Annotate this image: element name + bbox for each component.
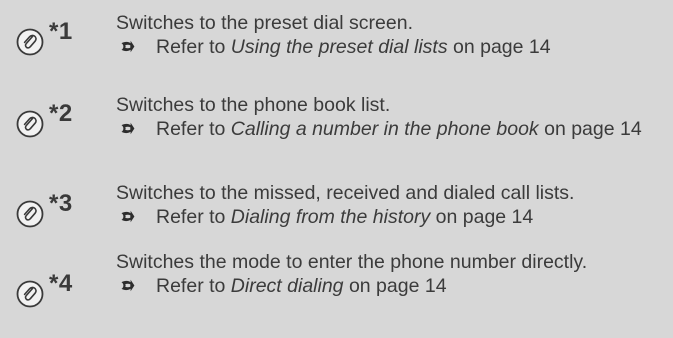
cross-reference: Refer to Dialing from the history on pag… [116,205,673,229]
item-marker: *2 [16,102,112,150]
item-text: Switches the mode to enter the phone num… [116,250,673,298]
paperclip-icon [16,28,44,56]
item-marker: *3 [16,192,112,240]
ref-page: on page 14 [435,206,534,228]
ref-title-link[interactable]: Direct dialing [231,275,344,297]
paperclip-icon [16,200,44,228]
reference-number: *1 [49,18,73,45]
item-description: Switches to the phone book list. [116,94,391,116]
ref-title-link[interactable]: Calling a number in the phone book [231,118,539,140]
item-text: Switches to the preset dial screen. Refe… [116,11,673,59]
arrow-right-icon [121,279,135,292]
reference-number: *4 [49,270,73,297]
ref-page: on page 14 [544,118,642,140]
ref-prefix: Refer to [156,206,226,228]
cross-reference: Refer to Calling a number in the phone b… [116,117,656,141]
item-description: Switches to the preset dial screen. [116,12,413,34]
ref-prefix: Refer to [156,36,226,58]
item-text: Switches to the phone book list. Refer t… [116,93,673,141]
reference-list: *1 Switches to the preset dial screen. R… [0,0,673,338]
paperclip-icon [16,110,44,138]
item-text: Switches to the missed, received and dia… [116,181,673,229]
ref-title-link[interactable]: Using the preset dial lists [231,36,448,58]
ref-prefix: Refer to [156,118,226,140]
item-marker: *4 [16,272,112,320]
ref-page: on page 14 [348,275,447,297]
reference-number: *3 [49,190,73,217]
arrow-right-icon [121,40,135,53]
item-description: Switches the mode to enter the phone num… [116,251,588,273]
cross-reference: Refer to Direct dialing on page 14 [116,274,673,298]
arrow-right-icon [121,122,135,135]
item-marker: *1 [16,20,112,68]
reference-number: *2 [49,100,73,127]
ref-prefix: Refer to [156,275,226,297]
ref-title-link[interactable]: Dialing from the history [231,206,430,228]
arrow-right-icon [121,210,135,223]
paperclip-icon [16,280,44,308]
ref-page: on page 14 [453,36,551,58]
cross-reference: Refer to Using the preset dial lists on … [116,35,673,59]
item-description: Switches to the missed, received and dia… [116,182,575,204]
